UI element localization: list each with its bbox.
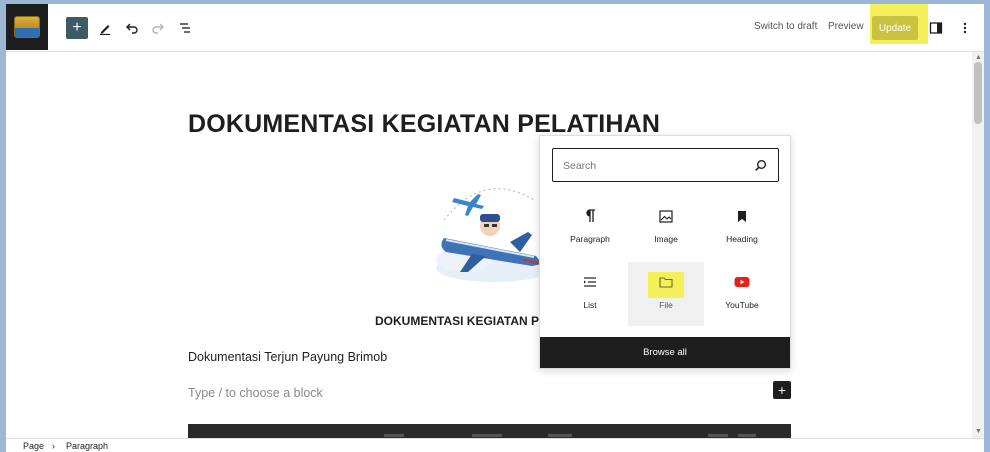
crest-icon (14, 16, 40, 38)
switch-to-draft-button[interactable]: Switch to draft (754, 21, 817, 32)
airplane-illustration-icon (436, 188, 552, 282)
add-block-button[interactable]: + (66, 17, 88, 39)
editor-window: + Switch to draft Preview Update DOKUMEN… (6, 4, 984, 452)
block-label: File (659, 300, 673, 310)
add-label: + (72, 19, 82, 36)
site-logo[interactable] (6, 4, 48, 50)
inserter-search[interactable] (552, 148, 779, 182)
options-menu-button[interactable] (952, 15, 978, 41)
heading-icon (704, 206, 780, 226)
document-overview-button[interactable] (172, 15, 198, 41)
redo-button[interactable] (145, 15, 171, 41)
featured-illustration[interactable] (424, 160, 554, 284)
media-toolbar-mark (384, 434, 404, 437)
block-heading[interactable]: Heading (704, 196, 780, 260)
more-vertical-icon (963, 22, 967, 34)
pencil-icon (100, 25, 110, 35)
undo-button[interactable] (119, 15, 145, 41)
block-youtube[interactable]: YouTube (704, 262, 780, 326)
block-inserter-popover: Paragraph Image Heading (539, 135, 791, 369)
breadcrumb-item-paragraph[interactable]: Paragraph (66, 441, 108, 451)
update-button[interactable]: Update (872, 16, 918, 40)
block-label: YouTube (725, 300, 759, 310)
paragraph-icon (552, 206, 628, 226)
plus-icon: + (777, 382, 787, 398)
list-icon (552, 272, 628, 292)
tools-pencil-button[interactable] (92, 15, 118, 41)
settings-panel-toggle[interactable] (923, 15, 949, 41)
search-icon[interactable] (754, 159, 767, 172)
search-input[interactable] (563, 158, 733, 174)
block-label: Paragraph (570, 234, 610, 244)
paragraph-block[interactable]: Dokumentasi Terjun Payung Brimob (188, 350, 387, 364)
media-toolbar-mark (472, 434, 502, 437)
block-paragraph[interactable]: Paragraph (552, 196, 628, 260)
scroll-down-arrow-icon[interactable]: ▼ (975, 428, 982, 435)
block-breadcrumb: Page › Paragraph (6, 438, 984, 452)
block-label: Heading (726, 234, 758, 244)
file-folder-icon (628, 272, 704, 292)
canvas-scrollbar[interactable]: ▲ ▼ (972, 52, 984, 438)
image-icon (628, 206, 704, 226)
youtube-icon (704, 272, 780, 292)
block-list[interactable]: List (552, 262, 628, 326)
list-view-icon (180, 23, 190, 33)
chevron-right-icon: › (52, 441, 55, 451)
scroll-thumb[interactable] (974, 62, 982, 124)
media-toolbar-mark (548, 434, 572, 437)
preview-button[interactable]: Preview (828, 21, 864, 32)
block-file[interactable]: File (628, 262, 704, 326)
block-label: List (583, 300, 597, 310)
block-placeholder[interactable]: Type / to choose a block (188, 386, 323, 400)
undo-icon (126, 23, 138, 34)
media-toolbar-mark (708, 434, 728, 437)
sidebar-toggle-icon (929, 22, 943, 34)
breadcrumb-item-page[interactable]: Page (23, 441, 44, 451)
browse-all-button[interactable]: Browse all (540, 337, 790, 368)
inline-add-block-button[interactable]: + (773, 381, 791, 399)
scroll-up-arrow-icon[interactable]: ▲ (975, 54, 982, 61)
media-toolbar-mark (738, 434, 756, 437)
editor-canvas: DOKUMENTASI KEGIATAN PELATIHAN DOKUMENTA… (6, 52, 972, 444)
redo-icon (152, 23, 164, 34)
image-caption[interactable]: DOKUMENTASI KEGIATAN P (375, 314, 539, 328)
block-label: Image (654, 234, 678, 244)
editor-toolbar: + Switch to draft Preview Update (6, 4, 984, 52)
block-image[interactable]: Image (628, 196, 704, 260)
